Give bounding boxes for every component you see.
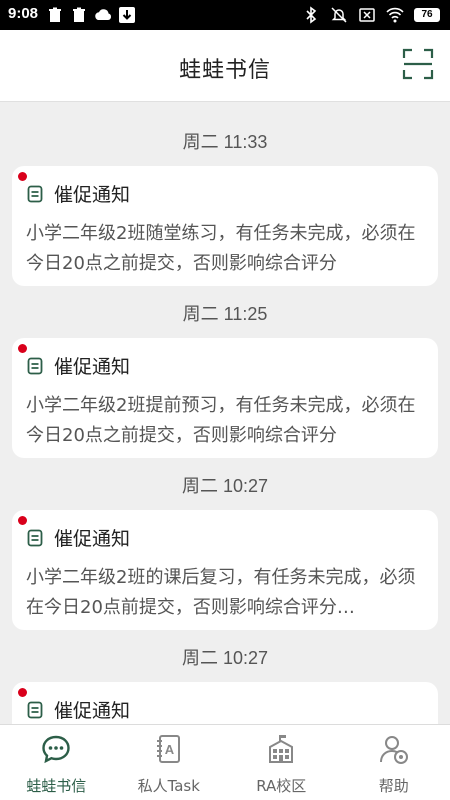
mute-icon	[331, 7, 347, 23]
bluetooth-icon	[306, 6, 317, 24]
school-icon	[269, 735, 294, 763]
scan-icon[interactable]	[402, 48, 434, 80]
message-title: 催促通知	[54, 700, 131, 722]
nav-label: 私人Task	[137, 777, 200, 795]
nav-item-ra-campus[interactable]: RA校区	[225, 725, 338, 800]
trash-icon	[73, 7, 85, 22]
notebook-icon: A	[156, 735, 180, 763]
document-icon	[27, 357, 43, 374]
message-list[interactable]: 周二 11:33 催促通知 小学二年级2班随堂练习，有任务未完成，必须在今日20…	[0, 102, 450, 724]
message-time: 周二 10:27	[181, 476, 269, 496]
message-body: 小学二年级2班随堂练习，有任务未完成，必须在今日20点之前提交，否则影响综合评分	[26, 223, 416, 274]
document-icon	[27, 701, 43, 718]
unread-dot	[18, 516, 27, 525]
wifi-icon	[386, 7, 404, 23]
status-time: 9:08	[8, 5, 39, 22]
chat-icon	[42, 735, 70, 764]
status-bar: 9:08 76	[0, 0, 450, 30]
trash-icon	[49, 7, 61, 22]
message-body: 小学二年级2班提前预习，有任务未完成，必须在今日20点之前提交，否则影响综合评分	[26, 395, 416, 446]
message-time: 周二 11:33	[182, 132, 268, 152]
svg-text:A: A	[165, 742, 175, 757]
battery-icon: 76	[414, 8, 440, 22]
message-time: 周二 11:25	[182, 304, 268, 324]
document-icon	[27, 529, 43, 546]
message-card[interactable]: 催促通知 小学二年级2班随堂练习，有任务未完成，必须在今日20点之前提交，否则影…	[12, 166, 438, 286]
nav-item-private-task[interactable]: A 私人Task	[113, 725, 226, 800]
message-card[interactable]: 催促通知 小学二年级2班提前预习，有任务未完成，必须在今日20点之前提交，否则影…	[12, 338, 438, 458]
page-title: 蛙蛙书信	[178, 58, 271, 83]
no-sim-icon	[359, 8, 375, 22]
unread-dot	[18, 172, 27, 181]
message-title: 催促通知	[54, 356, 131, 378]
message-card[interactable]: 催促通知 小学二年级2班的课后复习，有任务未完成，必须在今日20点前提交，否则影…	[12, 510, 438, 630]
document-icon	[27, 185, 43, 202]
message-body: 小学二年级2班的课后复习，有任务未完成，必须在今日20点前提交，否则影响综合评分…	[26, 567, 416, 618]
unread-dot	[18, 688, 27, 697]
message-card[interactable]: 催促通知	[12, 682, 438, 724]
message-time: 周二 10:27	[181, 648, 269, 668]
message-title: 催促通知	[54, 528, 131, 550]
bottom-nav: 蛙蛙书信 A 私人Task RA校区 帮助	[0, 724, 450, 800]
nav-item-wawa-letters[interactable]: 蛙蛙书信	[0, 725, 113, 800]
message-title: 催促通知	[54, 184, 131, 206]
cloud-icon	[95, 9, 112, 20]
unread-dot	[18, 344, 27, 353]
app-header: 蛙蛙书信	[0, 30, 450, 102]
nav-label: 蛙蛙书信	[26, 777, 87, 795]
nav-label: RA校区	[256, 777, 307, 795]
help-user-icon	[379, 736, 408, 764]
nav-label: 帮助	[378, 777, 409, 795]
nav-item-help[interactable]: 帮助	[338, 725, 450, 800]
battery-level: 76	[421, 9, 433, 20]
download-icon	[119, 7, 135, 23]
